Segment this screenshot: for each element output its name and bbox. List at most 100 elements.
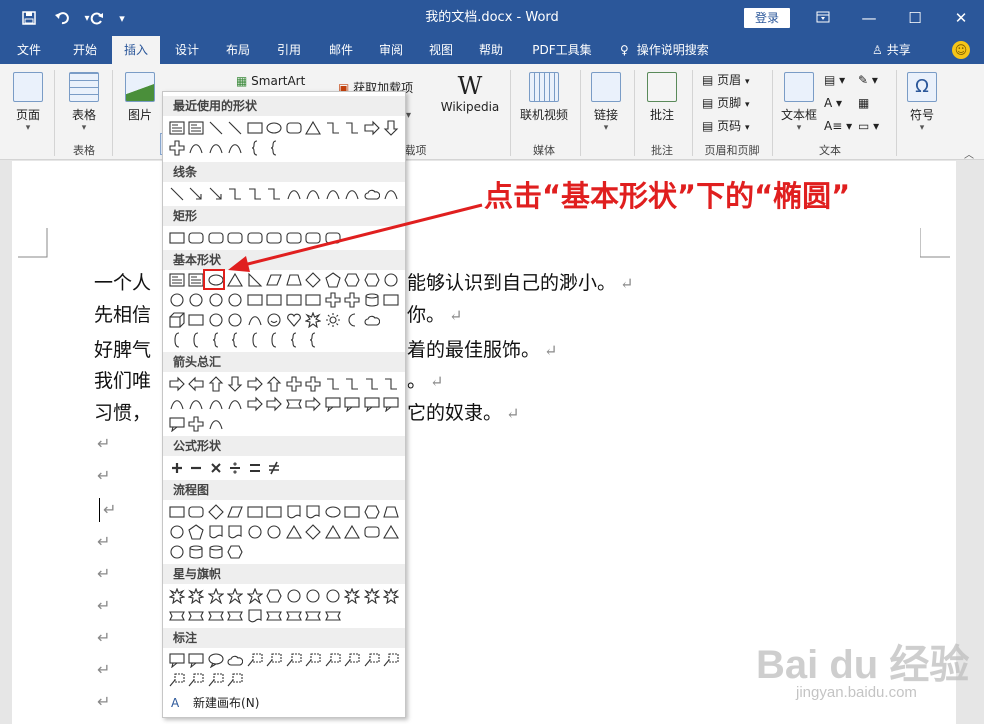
doc-line-1[interactable]: 一个人: [94, 268, 151, 295]
shape-rrect[interactable]: [323, 228, 343, 248]
shape-lcall[interactable]: [245, 650, 265, 670]
shape-star[interactable]: [245, 586, 265, 606]
shape-circle[interactable]: [382, 270, 402, 290]
shape-curve[interactable]: [206, 138, 226, 158]
tab-help[interactable]: 帮助: [468, 36, 514, 64]
shape-cross[interactable]: [343, 290, 363, 310]
wikipedia-button[interactable]: W Wikipedia: [438, 72, 502, 114]
shape-callout[interactable]: [323, 394, 343, 414]
shape-brack[interactable]: [265, 330, 285, 350]
shape-darrow[interactable]: [226, 374, 246, 394]
shape-lcall[interactable]: [343, 650, 363, 670]
shape-rect[interactable]: [167, 228, 187, 248]
shape-arr[interactable]: [187, 184, 207, 204]
smartart-button[interactable]: ▦ SmartArt: [236, 71, 305, 91]
shape-circle[interactable]: [265, 522, 285, 542]
shape-cloud[interactable]: [226, 650, 246, 670]
shape-cross[interactable]: [284, 374, 304, 394]
shape-burst[interactable]: [382, 586, 402, 606]
shape-rrect[interactable]: [226, 228, 246, 248]
shape-doc[interactable]: [304, 502, 324, 522]
shape-banner[interactable]: [187, 606, 207, 626]
shape-rarrow[interactable]: [362, 118, 382, 138]
shape-circle[interactable]: [226, 290, 246, 310]
shape-rrect[interactable]: [187, 502, 207, 522]
shape-cyl[interactable]: [206, 542, 226, 562]
shape-circle[interactable]: [304, 586, 324, 606]
shape-brace[interactable]: [226, 330, 246, 350]
shape-circle[interactable]: [167, 522, 187, 542]
shape-rarrow[interactable]: [167, 374, 187, 394]
shape-hex[interactable]: [226, 542, 246, 562]
shape-rect[interactable]: [284, 290, 304, 310]
shape-pent[interactable]: [323, 270, 343, 290]
shape-star[interactable]: [206, 586, 226, 606]
link-button[interactable]: 链接 ▾: [588, 72, 624, 133]
shape-circle[interactable]: [284, 586, 304, 606]
shape-banner[interactable]: [323, 606, 343, 626]
shape-smile[interactable]: [265, 310, 285, 330]
shape-circle[interactable]: [323, 586, 343, 606]
maximize-icon[interactable]: ☐: [892, 0, 938, 36]
tell-me-search[interactable]: ♀ 操作说明搜索: [620, 36, 709, 64]
shape-cross[interactable]: [187, 414, 207, 434]
wordart-icon[interactable]: A ▾: [824, 93, 842, 113]
pages-button[interactable]: 页面 ▾: [10, 72, 46, 133]
shape-doc[interactable]: [226, 522, 246, 542]
shape-hex[interactable]: [265, 586, 285, 606]
shape-nequal[interactable]: [265, 458, 285, 478]
shape-brack[interactable]: [167, 330, 187, 350]
collapse-ribbon-icon[interactable]: ︿: [964, 146, 974, 161]
shape-brace[interactable]: [304, 330, 324, 350]
shape-rrect[interactable]: [206, 228, 226, 248]
shape-rarrow[interactable]: [245, 394, 265, 414]
shape-para[interactable]: [226, 502, 246, 522]
shape-circle[interactable]: [187, 290, 207, 310]
tab-file[interactable]: 文件: [6, 36, 52, 64]
shape-curve[interactable]: [187, 394, 207, 414]
online-video-button[interactable]: 联机视频: [516, 72, 572, 123]
shape-curve[interactable]: [343, 184, 363, 204]
shape-larrow[interactable]: [187, 374, 207, 394]
doc-line-2[interactable]: 先相信: [94, 300, 151, 327]
shape-oval[interactable]: [265, 118, 285, 138]
new-drawing-canvas-item[interactable]: A 新建画布(N): [167, 692, 259, 714]
shape-rect[interactable]: [245, 502, 265, 522]
shape-curve[interactable]: [167, 394, 187, 414]
shape-hex[interactable]: [362, 502, 382, 522]
shape-doc[interactable]: [245, 606, 265, 626]
doc-line-4-end[interactable]: 。 ↵: [407, 366, 443, 393]
shape-cube[interactable]: [167, 310, 187, 330]
shape-uarrow[interactable]: [206, 374, 226, 394]
shape-rrect[interactable]: [284, 118, 304, 138]
shape-tri[interactable]: [382, 522, 402, 542]
shape-burst[interactable]: [187, 586, 207, 606]
shape-brace[interactable]: [284, 330, 304, 350]
shape-circle[interactable]: [206, 290, 226, 310]
shape-curve[interactable]: [323, 184, 343, 204]
shape-tri[interactable]: [226, 270, 246, 290]
shape-rect[interactable]: [304, 290, 324, 310]
shape-elbow[interactable]: [362, 374, 382, 394]
shape-tbox[interactable]: [167, 118, 187, 138]
shape-line[interactable]: [206, 118, 226, 138]
shape-trap[interactable]: [284, 270, 304, 290]
tab-insert[interactable]: 插入: [112, 36, 160, 64]
shape-rarrow[interactable]: [265, 394, 285, 414]
shape-tbox[interactable]: [187, 118, 207, 138]
shape-ocall[interactable]: [206, 650, 226, 670]
shape-curve[interactable]: [284, 184, 304, 204]
page-number-button[interactable]: ▤ 页码 ▾: [702, 116, 750, 136]
shape-circle[interactable]: [226, 310, 246, 330]
shape-burst[interactable]: [362, 586, 382, 606]
shape-lcall[interactable]: [382, 650, 402, 670]
shape-tri[interactable]: [323, 522, 343, 542]
shape-elbow[interactable]: [382, 374, 402, 394]
shape-oval[interactable]: [323, 502, 343, 522]
shape-line[interactable]: [167, 184, 187, 204]
shape-rrect[interactable]: [245, 228, 265, 248]
shape-curve[interactable]: [187, 138, 207, 158]
shape-rect[interactable]: [245, 290, 265, 310]
shape-circle[interactable]: [167, 542, 187, 562]
pictures-button[interactable]: 图片: [120, 72, 160, 123]
